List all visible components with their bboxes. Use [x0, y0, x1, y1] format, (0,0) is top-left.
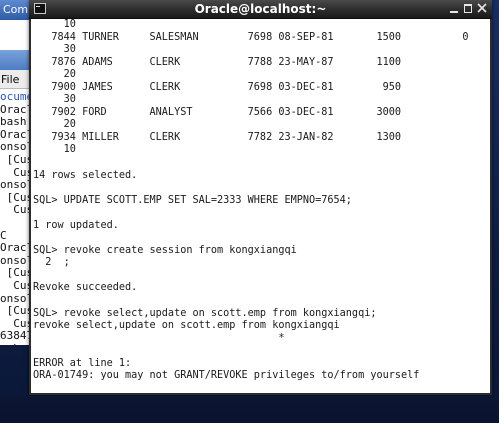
terminal-line: ORA-01749: you may not GRANT/REVOKE priv…: [33, 370, 420, 382]
minimize-icon[interactable]: [447, 2, 461, 15]
terminal-line: 7902 FORD ANALYST 7566 03-DEC-81 3000: [33, 106, 402, 118]
terminal-line: 30: [33, 44, 76, 56]
terminal-titlebar[interactable]: Oracle@localhost:~: [29, 0, 492, 19]
terminal-output[interactable]: 10 7844 TURNER SALESMAN 7698 08-SEP-81 1…: [31, 19, 490, 393]
terminal-line: 2 ;: [33, 257, 70, 269]
terminal-line: 7934 MILLER CLERK 7782 23-JAN-82 1300: [33, 131, 402, 143]
terminal-line: SQL> UPDATE SCOTT.EMP SET SAL=2333 WHERE…: [33, 194, 352, 206]
bottom-panel: [0, 396, 499, 423]
terminal-line: Revoke succeeded.: [33, 282, 138, 294]
terminal-line: 1 row updated.: [33, 219, 119, 231]
terminal-line: 7844 TURNER SALESMAN 7698 08-SEP-81 1500…: [33, 31, 469, 43]
terminal-line: SQL> revoke select,update on scott.emp f…: [33, 307, 377, 319]
terminal-line: 7900 JAMES CLERK 7698 03-DEC-81 950: [33, 81, 402, 93]
terminal-window[interactable]: Oracle@localhost:~ 10 7844 TURNER SALESM…: [29, 0, 492, 395]
terminal-line: 20: [33, 119, 76, 131]
terminal-line: 7876 ADAMS CLERK 7788 23-MAY-87 1100: [33, 56, 402, 68]
terminal-line: SQL> revoke create session from kongxian…: [33, 244, 297, 256]
desktop: Com File ocume Oracl bash: Oracl onsol [Cus …: [0, 0, 499, 423]
terminal-line: 10: [33, 19, 76, 30]
terminal-text: 10 7844 TURNER SALESMAN 7698 08-SEP-81 1…: [33, 19, 468, 383]
terminal-line: 30: [33, 94, 76, 106]
window-title: Oracle@localhost:~: [194, 2, 327, 16]
terminal-line: *: [33, 332, 285, 344]
terminal-line: revoke select,update on scott.emp from k…: [33, 320, 340, 332]
maximize-icon[interactable]: [461, 2, 475, 15]
menu-file[interactable]: File: [1, 73, 19, 86]
terminal-line: ERROR at line 1:: [33, 357, 132, 369]
close-icon[interactable]: [475, 2, 489, 15]
terminal-line: 14 rows selected.: [33, 169, 138, 181]
terminal-line: 20: [33, 69, 76, 81]
terminal-line: 10: [33, 144, 76, 156]
